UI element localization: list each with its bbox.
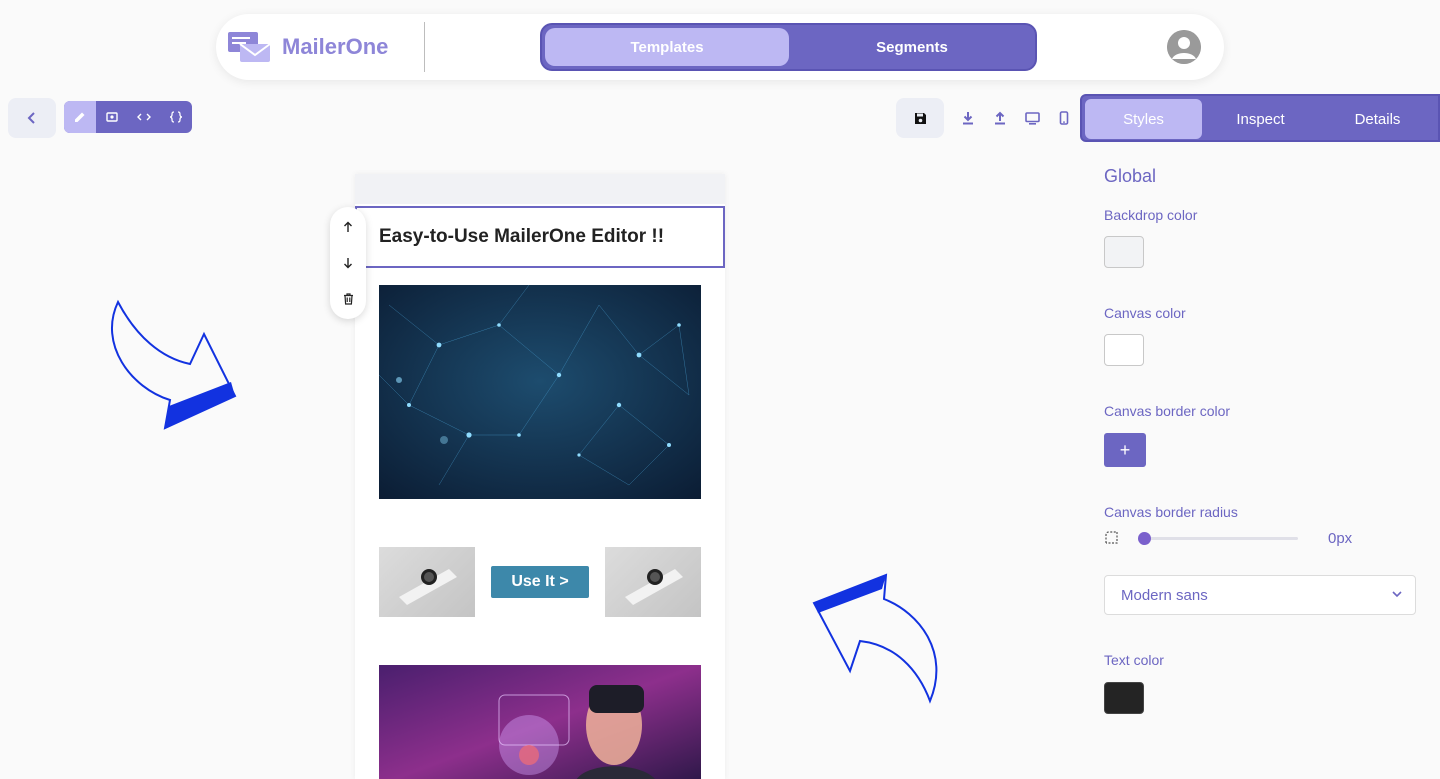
edit-mode-button[interactable] [64,101,96,133]
preview-icon [106,112,118,122]
desktop-icon[interactable] [1022,108,1042,128]
save-icon [914,112,926,124]
canvas-border-radius-label: Canvas border radius [1104,504,1238,520]
block-actions-menu [330,207,366,319]
panel-title: Global [1104,166,1157,186]
font-family-value: Modern sans [1121,586,1208,604]
divider [424,22,425,72]
download-icon[interactable] [958,108,978,128]
radius-value: 0px [1328,530,1353,547]
preview-mode-button[interactable] [96,101,128,133]
email-heading: Easy-to-Use MailerOne Editor !! [379,226,665,247]
canvas-border-color-label: Canvas border color [1104,403,1231,419]
back-button[interactable] [8,98,56,138]
tab-segments[interactable]: Segments [790,28,1034,66]
font-family-select[interactable]: Modern sans [1104,575,1416,615]
tab-styles[interactable]: Styles [1085,99,1202,139]
view-switch: Templates Segments [540,23,1037,71]
backdrop-color-label: Backdrop color [1104,207,1198,223]
user-avatar-icon[interactable] [1167,30,1201,64]
tab-details[interactable]: Details [1319,99,1436,139]
chevron-left-icon [27,112,35,124]
json-mode-button[interactable] [160,101,192,133]
code-icon [137,113,151,121]
mobile-icon[interactable] [1054,108,1074,128]
plus-icon: + [1119,439,1131,460]
upload-icon[interactable] [990,108,1010,128]
trash-icon[interactable] [338,289,358,309]
radius-slider-thumb[interactable] [1138,532,1151,545]
text-color-label: Text color [1104,652,1164,668]
canvas-color-label: Canvas color [1104,305,1186,321]
html-mode-button[interactable] [128,101,160,133]
border-radius-slider-row: 0px [1104,528,1364,548]
chevron-down-icon [1392,591,1402,598]
smartwatch-image-right[interactable] [605,547,701,617]
smartwatch-image-left[interactable] [379,547,475,617]
app-logo[interactable]: MailerOne [226,30,388,64]
product-row: Use It > [379,547,701,617]
network-hero-image[interactable] [379,285,701,499]
vr-headset-image[interactable] [379,665,701,779]
pencil-icon [75,112,85,122]
editor-mode-toggle [64,101,192,133]
move-down-icon[interactable] [338,253,358,273]
email-canvas: Easy-to-Use MailerOne Editor !! Use It > [355,174,725,779]
move-up-icon[interactable] [338,217,358,237]
canvas-color-swatch[interactable] [1104,334,1144,366]
mail-logo-icon [226,30,272,64]
arrow-decoration-left [111,299,237,430]
braces-icon [169,111,183,123]
tab-inspect[interactable]: Inspect [1202,99,1319,139]
sidebar-tabs: Styles Inspect Details [1080,94,1440,142]
save-button[interactable] [896,98,944,138]
backdrop-color-swatch[interactable] [1104,236,1144,268]
app-name: MailerOne [282,34,389,59]
radius-corner-icon [1105,531,1118,544]
add-border-color-button[interactable]: + [1104,433,1146,467]
top-navbar: MailerOne Templates Segments [216,14,1224,80]
arrow-decoration-right [812,573,938,704]
text-color-swatch[interactable] [1104,682,1144,714]
use-it-button[interactable]: Use It > [491,566,589,598]
canvas-header [355,174,725,204]
tab-templates[interactable]: Templates [545,28,789,66]
radius-slider-track[interactable] [1140,537,1298,540]
heading-block[interactable]: Easy-to-Use MailerOne Editor !! [355,206,725,268]
